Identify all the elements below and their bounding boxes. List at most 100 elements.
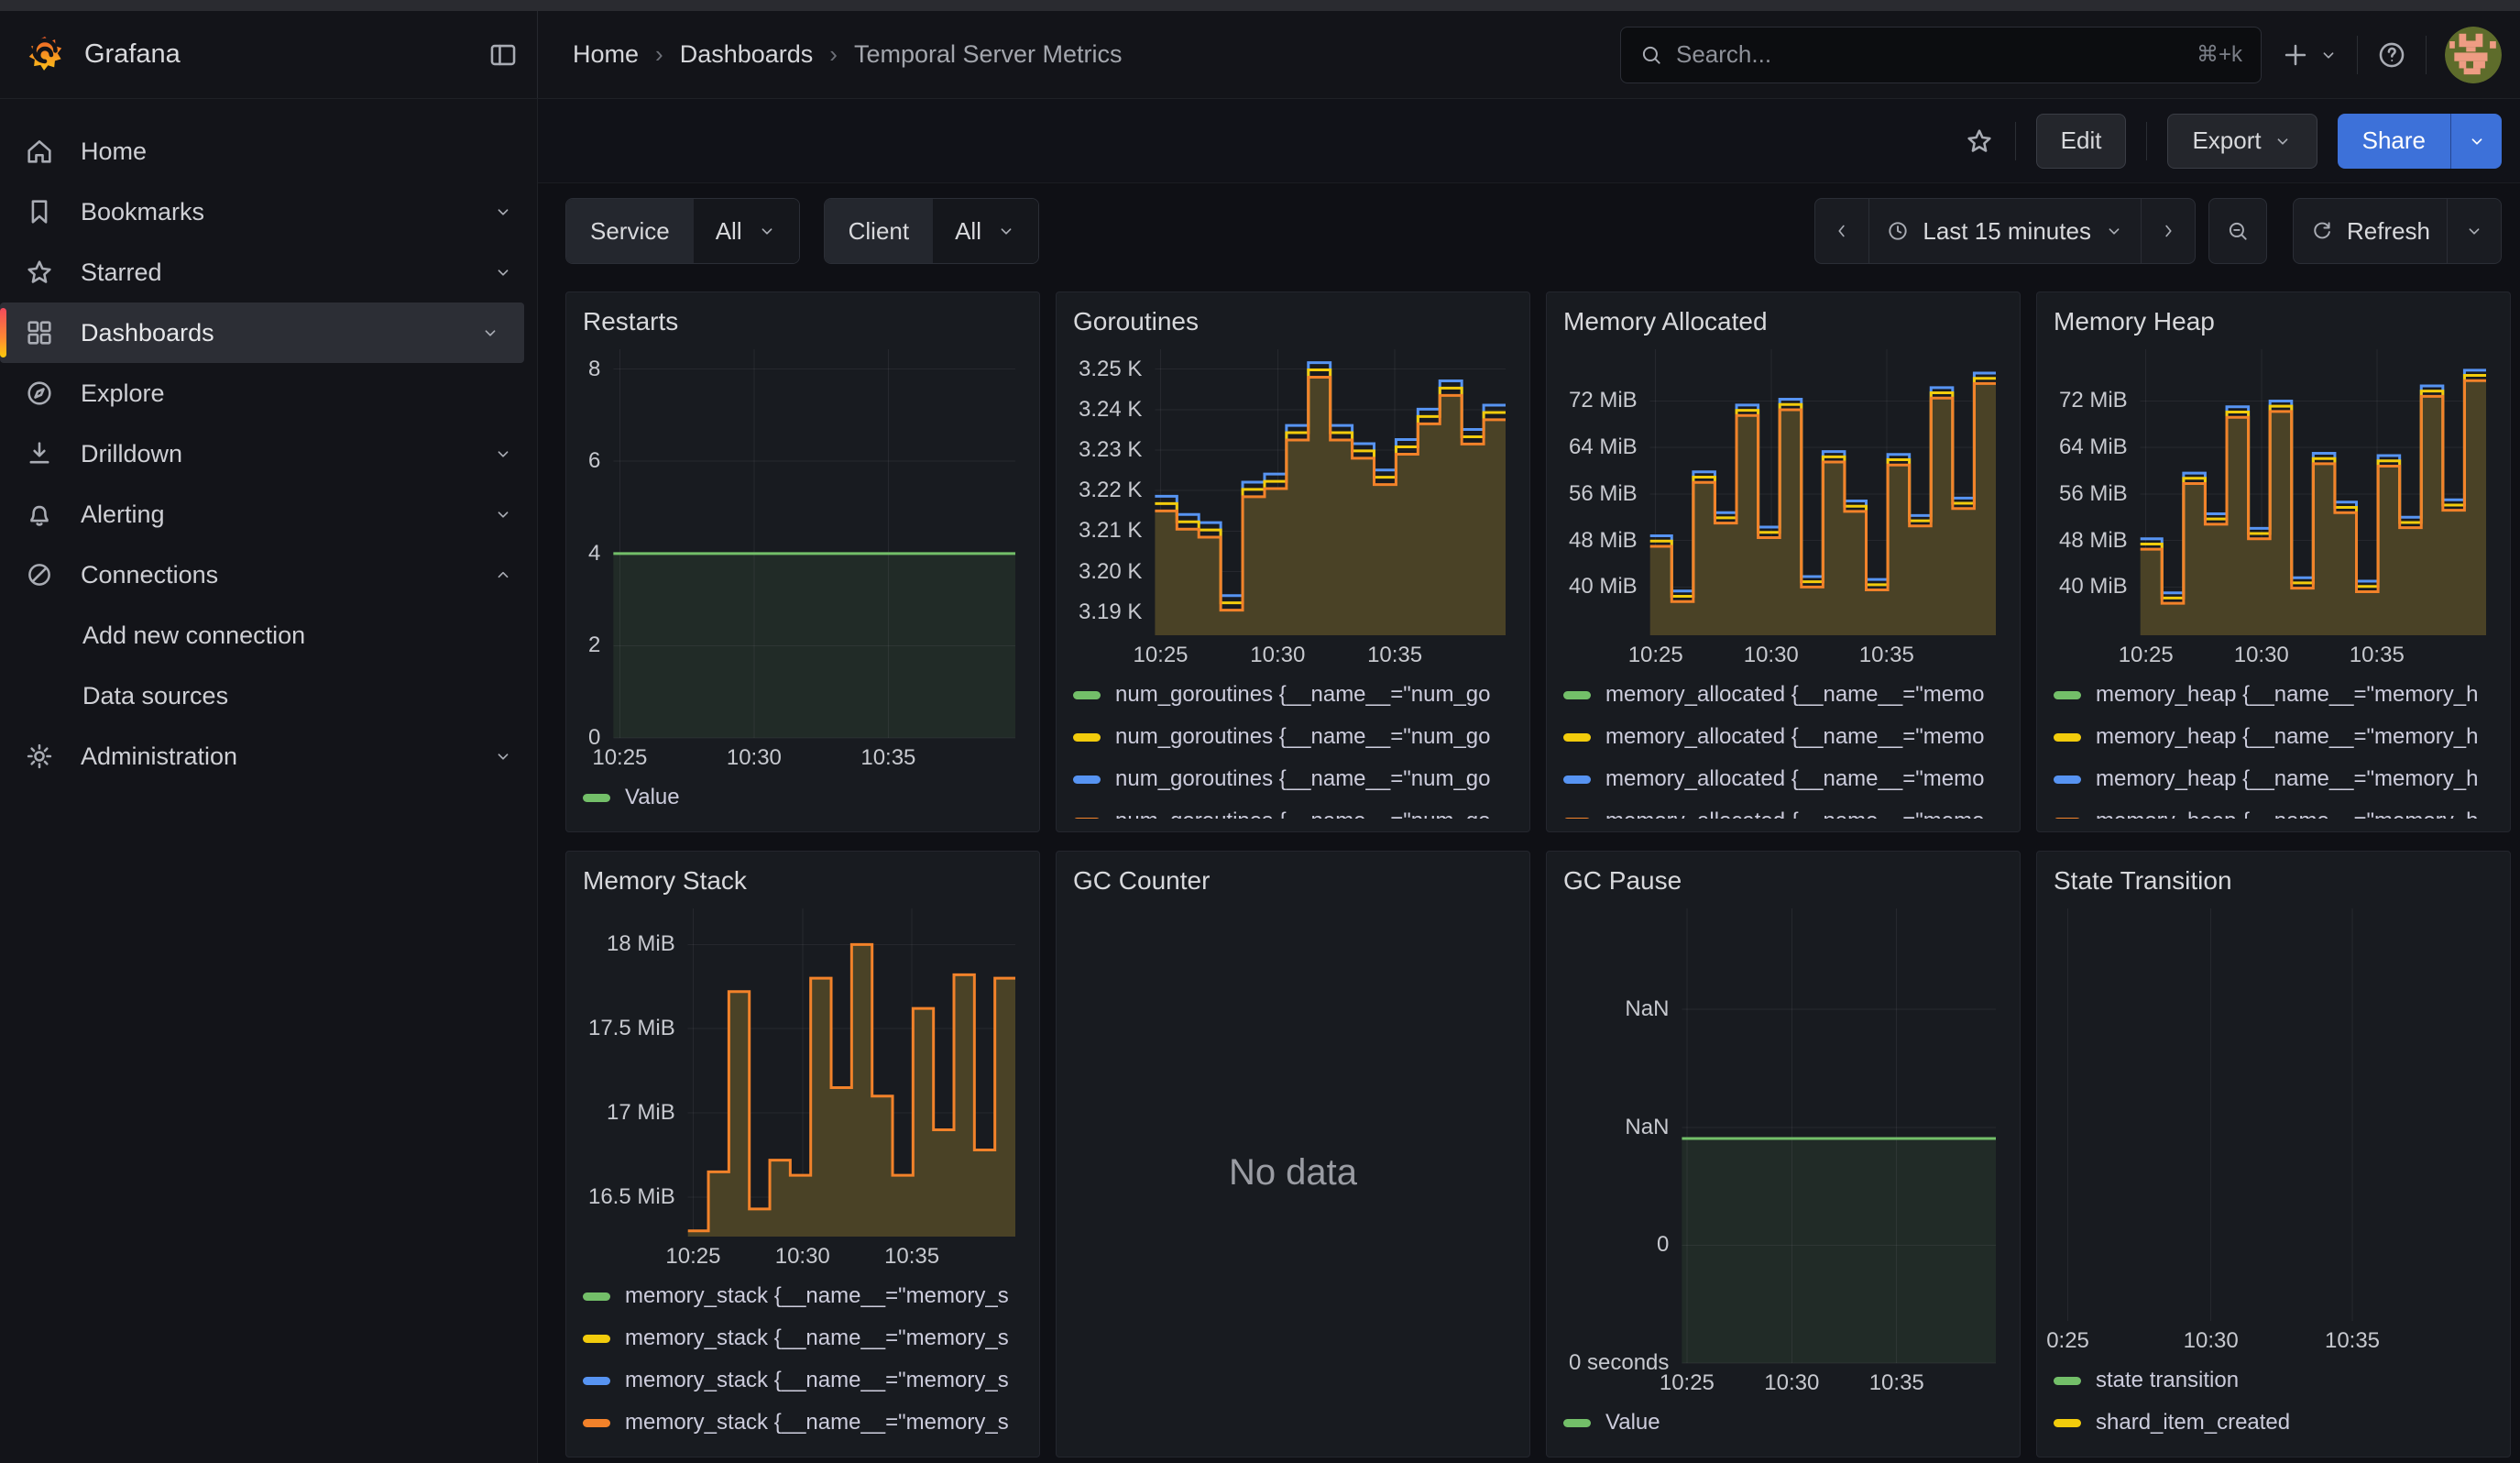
legend-item[interactable]: Value <box>1563 1402 2003 1444</box>
panel-title[interactable]: GC Pause <box>1563 864 2003 901</box>
plus-icon <box>2280 39 2311 71</box>
legend-item[interactable]: memory_heap {__name__="memory_h <box>2054 674 2493 716</box>
refresh-button[interactable]: Refresh <box>2293 198 2448 264</box>
legend-item[interactable]: shard_item_created <box>2054 1402 2493 1444</box>
panel-title[interactable]: State Transition <box>2054 864 2493 901</box>
sidebar-item-add-new-connection[interactable]: Add new connection <box>0 605 537 666</box>
sidebar-item-alerting[interactable]: Alerting <box>0 484 537 544</box>
legend-label: Value <box>625 785 680 810</box>
chart-canvas[interactable] <box>583 342 1023 773</box>
legend-item[interactable]: memory_heap {__name__="memory_h <box>2054 758 2493 800</box>
sidebar-item-connections[interactable]: Connections <box>0 544 537 605</box>
zoom-out-button[interactable] <box>2208 198 2267 264</box>
search-shortcut: ⌘+k <box>2197 41 2242 68</box>
legend-item[interactable]: memory_allocated {__name__="memo <box>1563 800 2003 819</box>
legend-item[interactable]: state transition <box>2054 1359 2493 1402</box>
chart-restarts[interactable]: 8642010:2510:3010:35 <box>583 342 1023 773</box>
add-button[interactable] <box>2280 39 2339 71</box>
top-nav: Grafana Home › Dashboards › Temporal Ser… <box>0 11 2520 99</box>
legend-label: shard_item_created <box>2096 1410 2290 1436</box>
legend-item[interactable]: num_goroutines {__name__="num_go <box>1073 716 1513 758</box>
chart-memory-allocated[interactable]: 72 MiB64 MiB56 MiB48 MiB40 MiB10:2510:30… <box>1563 342 2003 670</box>
chart-goroutines[interactable]: 3.25 K3.24 K3.23 K3.22 K3.21 K3.20 K3.19… <box>1073 342 1513 670</box>
sidebar-item-drilldown[interactable]: Drilldown <box>0 424 537 484</box>
time-forward-button[interactable] <box>2142 198 2196 264</box>
chart-canvas[interactable] <box>1563 901 2003 1398</box>
chart-canvas[interactable] <box>2054 901 2493 1356</box>
sidebar-item-home[interactable]: Home <box>0 121 537 182</box>
edit-button[interactable]: Edit <box>2036 114 2127 169</box>
panel-title[interactable]: Memory Stack <box>583 864 1023 901</box>
filter-label: Service <box>566 199 694 263</box>
avatar[interactable] <box>2445 27 2502 83</box>
sidebar-item-starred[interactable]: Starred <box>0 242 537 302</box>
chart-gc-pause[interactable]: NaNNaN00 seconds10:2510:3010:35 <box>1563 901 2003 1398</box>
legend-item[interactable]: memory_stack {__name__="memory_s <box>583 1317 1023 1359</box>
panel-title[interactable]: Restarts <box>583 305 1023 342</box>
sidebar-toggle-icon[interactable] <box>488 39 519 71</box>
sidebar-item-bookmarks[interactable]: Bookmarks <box>0 182 537 242</box>
panel-title[interactable]: GC Counter <box>1073 864 1513 901</box>
legend: memory_allocated {__name__="memomemory_a… <box>1563 670 2003 819</box>
grafana-logo[interactable] <box>24 34 66 76</box>
legend-item[interactable]: memory_stack {__name__="memory_s <box>583 1359 1023 1402</box>
panel-title[interactable]: Memory Heap <box>2054 305 2493 342</box>
chart-memory-stack[interactable]: 18 MiB17.5 MiB17 MiB16.5 MiB10:2510:3010… <box>583 901 1023 1271</box>
filter-value-dropdown[interactable]: All <box>933 199 1038 263</box>
y-axis-tick: 8 <box>583 357 600 382</box>
breadcrumb-home[interactable]: Home <box>573 40 639 69</box>
sidebar-item-data-sources[interactable]: Data sources <box>0 666 537 726</box>
chart-memory-heap[interactable]: 72 MiB64 MiB56 MiB48 MiB40 MiB10:2510:30… <box>2054 342 2493 670</box>
legend-item[interactable]: memory_allocated {__name__="memo <box>1563 758 2003 800</box>
legend-item[interactable]: num_goroutines {__name__="num_go <box>1073 674 1513 716</box>
share-menu-button[interactable] <box>2450 114 2502 169</box>
x-axis-tick: 10:35 <box>1823 643 1951 668</box>
legend-item[interactable]: memory_heap {__name__="memory_h <box>2054 800 2493 819</box>
search-input[interactable]: Search... ⌘+k <box>1620 27 2262 83</box>
filter-value-dropdown[interactable]: All <box>694 199 799 263</box>
breadcrumb-current: Temporal Server Metrics <box>854 40 1123 69</box>
share-button[interactable]: Share <box>2338 114 2450 169</box>
time-back-button[interactable] <box>1814 198 1869 264</box>
panel-grid: Restarts8642010:2510:3010:35 Value Gorouti… <box>565 292 2511 1458</box>
sidebar-item-label: Administration <box>81 742 237 771</box>
chevdown-icon <box>480 323 500 343</box>
legend-item[interactable]: num_goroutines {__name__="num_go <box>1073 758 1513 800</box>
link-icon <box>24 559 55 590</box>
home-icon <box>24 136 55 167</box>
chevdown-icon <box>493 262 513 282</box>
sidebar-item-explore[interactable]: Explore <box>0 363 537 424</box>
legend-item[interactable]: memory_heap {__name__="memory_h <box>2054 716 2493 758</box>
help-button[interactable] <box>2376 39 2407 71</box>
sidebar-item-label: Explore <box>81 380 165 408</box>
x-axis-tick: 10:30 <box>2197 643 2326 668</box>
panel-title[interactable]: Goroutines <box>1073 305 1513 342</box>
legend-item[interactable]: memory_allocated {__name__="memo <box>1563 716 2003 758</box>
x-axis-tick: 10:35 <box>1331 643 1459 668</box>
gear-icon <box>24 741 55 772</box>
legend-item[interactable]: Value <box>583 776 1023 819</box>
breadcrumb-dashboards[interactable]: Dashboards <box>680 40 814 69</box>
panel-memory-heap: Memory Heap72 MiB64 MiB56 MiB48 MiB40 Mi… <box>2036 292 2511 832</box>
refresh-label: Refresh <box>2347 217 2430 246</box>
export-button[interactable]: Export <box>2167 114 2317 169</box>
legend-item[interactable]: memory_allocated {__name__="memo <box>1563 674 2003 716</box>
x-axis-tick: 10:30 <box>2147 1328 2275 1354</box>
legend-label: num_goroutines {__name__="num_go <box>1115 682 1491 708</box>
legend-item[interactable]: memory_stack {__name__="memory_s <box>583 1275 1023 1317</box>
clock-icon <box>1886 219 1910 243</box>
filter-value: All <box>716 217 742 246</box>
panel-title[interactable]: Memory Allocated <box>1563 305 2003 342</box>
legend-item[interactable]: memory_stack {__name__="memory_s <box>583 1402 1023 1444</box>
chevron-down-icon <box>2273 131 2293 151</box>
sidebar-item-dashboards[interactable]: Dashboards <box>0 302 524 363</box>
question-circle-icon <box>2376 39 2407 71</box>
y-axis-tick: 64 MiB <box>1563 434 1638 460</box>
time-range-picker[interactable]: Last 15 minutes <box>1869 198 2142 264</box>
favorite-star-button[interactable] <box>1964 126 1995 157</box>
chart-state-transition[interactable]: 0:2510:3010:35 <box>2054 901 2493 1356</box>
legend: Value <box>583 773 1023 819</box>
sidebar-item-administration[interactable]: Administration <box>0 726 537 786</box>
refresh-interval-button[interactable] <box>2448 198 2502 264</box>
legend-item[interactable]: num_goroutines {__name__="num_go <box>1073 800 1513 819</box>
